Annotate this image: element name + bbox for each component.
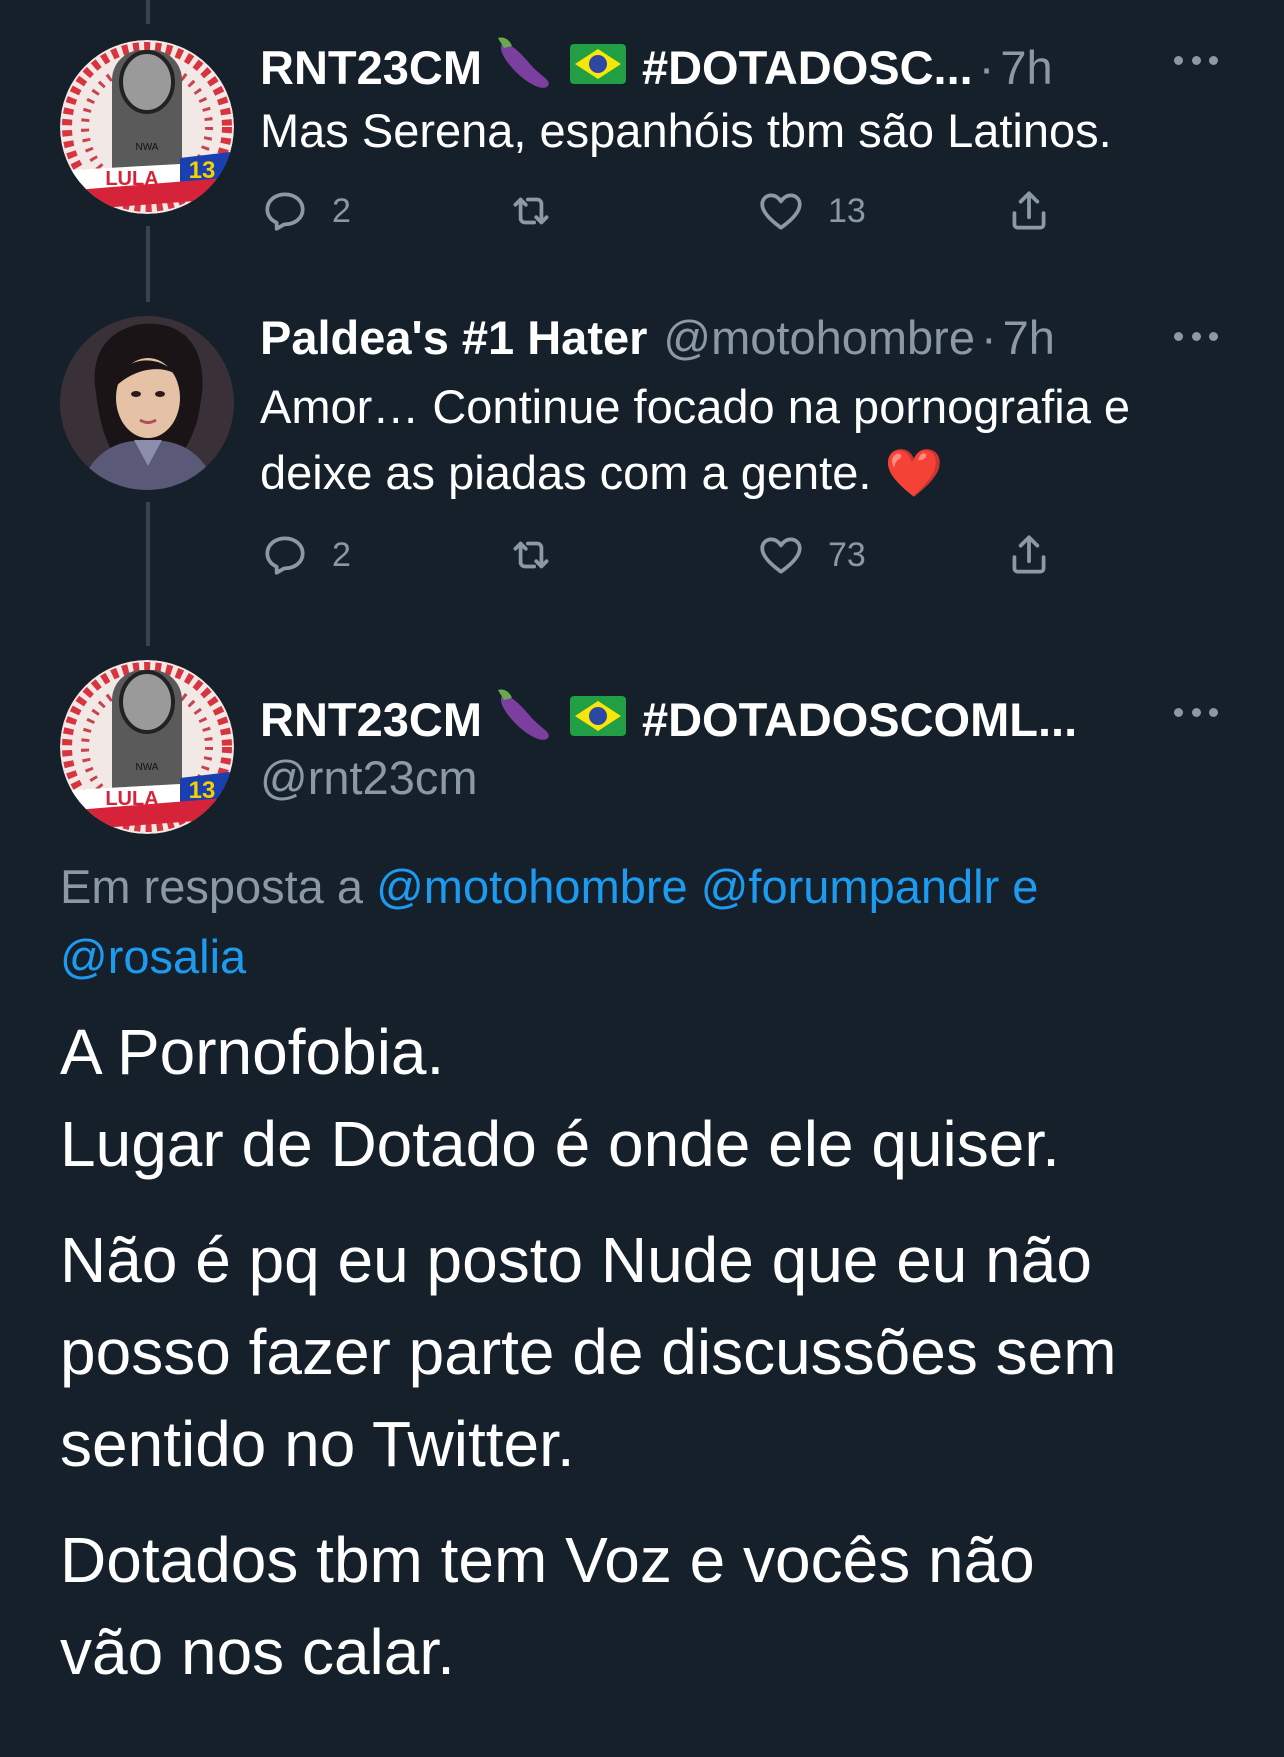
mention-link[interactable]: @rosalia <box>60 930 246 983</box>
mention-link[interactable]: @motohombre <box>376 860 688 913</box>
tweet-header: RNT23CM #DOTADOSCOML... <box>260 686 1244 754</box>
reply-icon <box>265 192 305 231</box>
more-icon[interactable] <box>1174 708 1218 720</box>
tweet-header: Paldea's #1 Hater @motohombre · 7h <box>260 310 1244 366</box>
display-name[interactable]: RNT23CM <box>260 40 482 96</box>
hashtag-name[interactable]: #DOTADOSC... <box>642 40 973 96</box>
tweet-text: A Pornofobia. Lugar de Dotado é onde ele… <box>60 1006 1244 1190</box>
tweet-text-line: vão nos calar. <box>60 1616 455 1688</box>
avatar-tag: NWA <box>136 762 159 773</box>
thread-line <box>146 226 150 302</box>
mention-link[interactable]: e <box>1012 860 1038 913</box>
tweet-text-line: A Pornofobia. <box>60 1016 445 1088</box>
like-icon <box>760 537 802 574</box>
tweet-text: Mas Serena, espanhóis tbm são Latinos. <box>260 104 1112 157</box>
thread-line <box>146 0 150 24</box>
tweet-text: Amor… Continue focado na pornografia e d… <box>260 374 1244 506</box>
share-button[interactable] <box>1004 530 1054 580</box>
like-icon <box>760 193 802 230</box>
retweet-icon <box>513 541 549 569</box>
tweet-text-line: posso fazer parte de discussões sem <box>60 1316 1117 1388</box>
like-count: 13 <box>828 191 866 230</box>
tweet-text-line: Não é pq eu posto Nude que eu não <box>60 1224 1092 1296</box>
avatar-tag: NWA <box>136 142 159 153</box>
avatar-number: 13 <box>189 157 216 184</box>
hashtag-name[interactable]: #DOTADOSCOML... <box>642 692 1077 748</box>
reply-count: 2 <box>332 535 351 574</box>
brazil-flag-icon <box>569 40 626 96</box>
tweet-text-line: sentido no Twitter. <box>60 1408 575 1480</box>
reply-icon <box>265 536 305 575</box>
display-name[interactable]: RNT23CM <box>260 692 482 748</box>
eggplant-icon <box>496 34 556 102</box>
separator-dot: · <box>980 311 997 364</box>
tweet-text-part: deixe as piadas com a gente. <box>260 446 872 499</box>
more-icon[interactable] <box>1174 56 1218 68</box>
like-button[interactable]: 73 <box>756 530 866 580</box>
tweet-actions: 2 13 <box>260 186 1080 236</box>
separator-dot: · <box>978 41 995 94</box>
timestamp[interactable]: 7h <box>1003 310 1055 366</box>
avatar[interactable]: NWA LULA 13 <box>60 660 234 834</box>
user-handle[interactable]: @motohombre <box>663 310 975 366</box>
avatar-badge: LULA <box>105 168 158 190</box>
reply-context: Em resposta a @motohombre @forumpandlr e… <box>60 852 1244 992</box>
avatar[interactable]: NWA LULA 13 <box>60 40 234 214</box>
user-handle[interactable]: @rnt23cm <box>260 750 478 806</box>
reply-button[interactable]: 2 <box>260 530 351 580</box>
tweet-text-line: Dotados tbm tem Voz e vocês não <box>60 1524 1035 1596</box>
share-icon <box>1012 535 1046 574</box>
tweet-text-line: deixe as piadas com a gente. ❤️ <box>260 440 1244 506</box>
reply-count: 2 <box>332 191 351 230</box>
avatar-badge: LULA <box>105 788 158 810</box>
tweet-header: RNT23CM #DOTADOSC... · 7h <box>260 34 1244 102</box>
mention-link[interactable]: @forumpandlr <box>701 860 1000 913</box>
avatar[interactable] <box>60 316 234 490</box>
eggplant-icon <box>496 686 556 754</box>
share-button[interactable] <box>1004 186 1054 236</box>
tweet-text: Dotados tbm tem Voz e vocês não vão nos … <box>60 1514 1244 1698</box>
tweet-text: Não é pq eu posto Nude que eu não posso … <box>60 1214 1244 1490</box>
share-icon <box>1012 191 1046 230</box>
reply-button[interactable]: 2 <box>260 186 351 236</box>
user-handle-row: @rnt23cm <box>260 750 1244 806</box>
more-icon[interactable] <box>1174 332 1218 344</box>
reply-prefix: Em resposta a <box>60 860 364 913</box>
tweet-text-line: Lugar de Dotado é onde ele quiser. <box>60 1108 1060 1180</box>
like-count: 73 <box>828 535 866 574</box>
retweet-button[interactable] <box>506 530 556 580</box>
retweet-icon <box>513 197 549 225</box>
retweet-button[interactable] <box>506 186 556 236</box>
display-name[interactable]: Paldea's #1 Hater <box>260 310 647 366</box>
tweet-actions: 2 73 <box>260 530 1080 580</box>
tweet-text-line: Amor… Continue focado na pornografia e <box>260 380 1131 433</box>
timestamp[interactable]: 7h <box>1000 40 1052 96</box>
thread-line <box>146 502 150 646</box>
avatar-number: 13 <box>189 777 216 804</box>
brazil-flag-icon <box>569 692 626 748</box>
heart-emoji-icon: ❤️ <box>884 446 943 499</box>
like-button[interactable]: 13 <box>756 186 866 236</box>
